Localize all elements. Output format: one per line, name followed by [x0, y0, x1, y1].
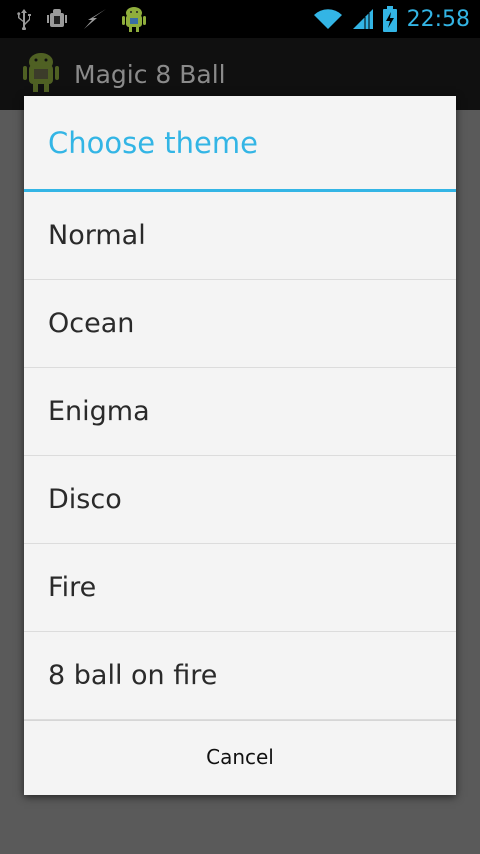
dialog-header: Choose theme — [24, 96, 456, 192]
status-left-icons — [16, 5, 160, 33]
option-fire[interactable]: Fire — [24, 544, 456, 632]
clock: 22:58 — [406, 6, 470, 32]
battery-charging-icon — [382, 6, 397, 32]
status-right-icons: 22:58 — [305, 6, 470, 32]
usb-icon — [16, 8, 32, 30]
app-title: Magic 8 Ball — [74, 59, 226, 89]
option-disco[interactable]: Disco — [24, 456, 456, 544]
option-normal[interactable]: Normal — [24, 192, 456, 280]
android-app-icon — [22, 50, 60, 98]
option-enigma[interactable]: Enigma — [24, 368, 456, 456]
signal-icon — [351, 7, 375, 31]
option-8-ball-on-fire[interactable]: 8 ball on fire — [24, 632, 456, 720]
choose-theme-dialog: Choose theme Normal Ocean Enigma Disco F… — [24, 96, 456, 795]
lightning-icon — [82, 8, 108, 30]
status-bar: 22:58 — [0, 0, 480, 38]
android-robot-icon — [122, 5, 146, 33]
dialog-title: Choose theme — [48, 125, 258, 160]
android-debug-icon — [46, 7, 68, 31]
wifi-icon — [313, 8, 343, 30]
option-ocean[interactable]: Ocean — [24, 280, 456, 368]
cancel-button[interactable]: Cancel — [24, 720, 456, 792]
